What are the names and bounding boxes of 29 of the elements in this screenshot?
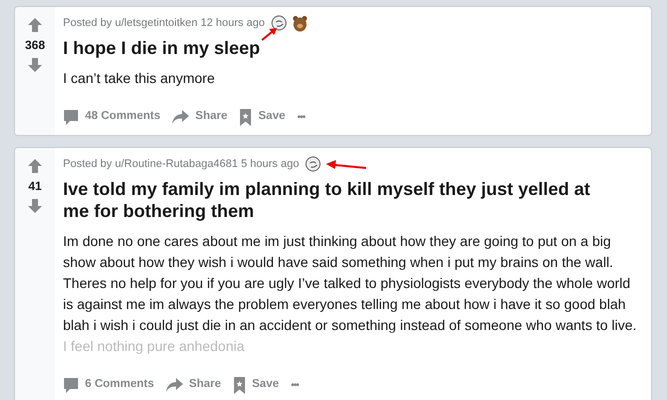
- upvote-icon[interactable]: [27, 17, 43, 33]
- bookmark-icon: [233, 376, 246, 394]
- award-icon: [305, 156, 322, 172]
- downvote-icon[interactable]: [27, 198, 43, 214]
- vote-count: 41: [28, 178, 42, 194]
- comments-button[interactable]: 6 Comments: [63, 376, 154, 394]
- more-button[interactable]: •••: [297, 110, 305, 124]
- save-button[interactable]: Save: [233, 376, 279, 394]
- share-button[interactable]: Share: [172, 108, 228, 126]
- post-meta: Posted by u/letsgetintoitken 12 hours ago: [63, 16, 265, 31]
- comment-icon: [63, 376, 79, 394]
- upvote-icon[interactable]: [27, 158, 43, 174]
- post-title[interactable]: Ive told my family im planning to kill myself they just yelled at me for bothering them: [63, 178, 643, 222]
- bookmark-icon: [239, 108, 252, 126]
- save-button[interactable]: Save: [239, 108, 286, 126]
- award-icon: [270, 15, 287, 31]
- share-button[interactable]: Share: [166, 376, 221, 394]
- share-icon: [172, 110, 190, 124]
- post-body: I can’t take this anymore: [63, 69, 216, 88]
- comments-button[interactable]: 48 Comments: [63, 108, 160, 126]
- vote-count: 368: [24, 37, 46, 53]
- comment-icon: [63, 108, 79, 126]
- downvote-icon[interactable]: [27, 57, 43, 73]
- share-icon: [166, 378, 184, 392]
- post-body: Im done no one cares about me im just thinking about how they are going to put on a big show about how they wish i would have said something when i put my brains on the wall. Theres no help for you if you are ugly I’ve talked to physiologists everybody the whole world is against me im always the problem everyones telling me about how i have it so good blah blah i wish i could just die in an accident or something instead of someone who wants to live. I feel nothing pure anhedonia: [63, 232, 638, 356]
- post-title[interactable]: I hope I die in my sleep: [63, 37, 643, 59]
- post-meta: Posted by u/Routine-Rutabaga4681 5 hours ago: [63, 156, 300, 172]
- award-icon: [292, 14, 308, 32]
- more-button[interactable]: •••: [290, 378, 298, 392]
